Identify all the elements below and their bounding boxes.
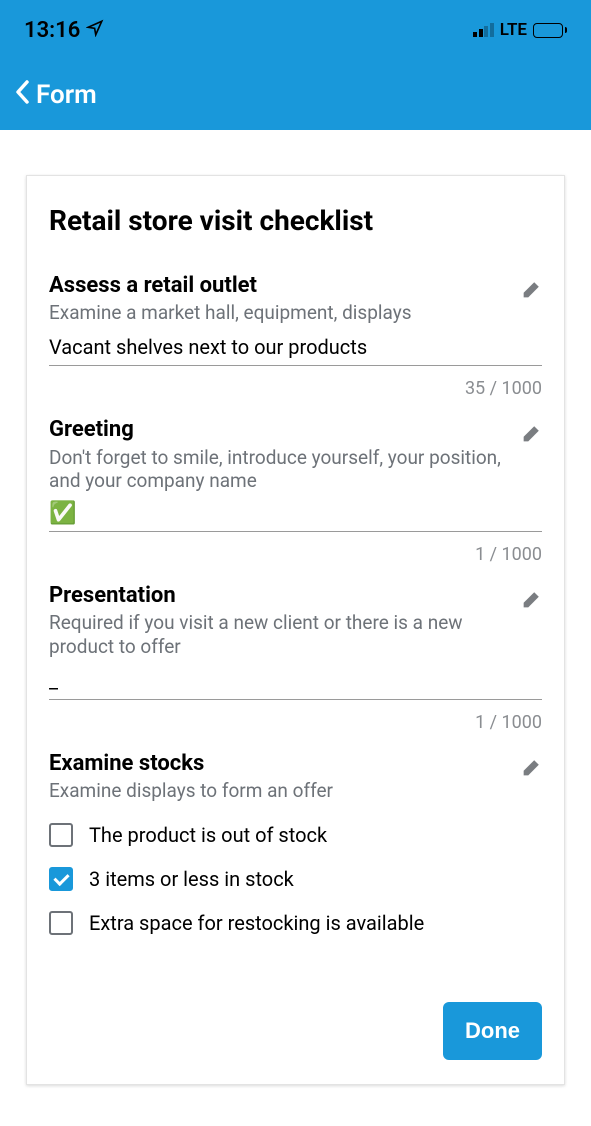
battery-icon [533,23,567,38]
checkbox-icon [49,867,73,891]
stock-option-label: 3 items or less in stock [89,867,294,891]
form-card: Retail store visit checklist Assess a re… [26,175,565,1085]
card-title: Retail store visit checklist [49,204,542,237]
signal-icon [473,23,494,37]
nav-title: Form [36,80,97,110]
eraser-icon[interactable] [520,589,542,615]
network-label: LTE [500,20,527,40]
section-title: Greeting [49,417,510,443]
nav-bar: Form [0,60,591,130]
eraser-icon[interactable] [520,757,542,783]
location-icon [86,18,104,43]
char-counter: 1 / 1000 [49,544,542,565]
stock-option-label: Extra space for restocking is available [89,911,424,935]
back-button[interactable]: Form [14,79,97,112]
section-presentation: Presentation Required if you visit a new… [49,583,542,733]
stock-option-label: The product is out of stock [89,823,327,847]
section-subtitle: Don't forget to smile, introduce yoursel… [49,446,510,494]
section-assess: Assess a retail outlet Examine a market … [49,273,542,399]
section-subtitle: Examine displays to form an offer [49,779,510,803]
section-title: Presentation [49,583,510,609]
section-greeting: Greeting Don't forget to smile, introduc… [49,417,542,565]
status-bar: 13:16 LTE [0,0,591,60]
text-input[interactable]: Vacant shelves next to our products [49,329,542,366]
text-input[interactable]: ✅ [49,497,542,532]
chevron-left-icon [14,79,30,112]
stock-option-1[interactable]: 3 items or less in stock [49,867,542,891]
eraser-icon[interactable] [520,279,542,305]
stock-option-0[interactable]: The product is out of stock [49,823,542,847]
stock-option-2[interactable]: Extra space for restocking is available [49,911,542,935]
section-subtitle: Required if you visit a new client or th… [49,611,510,659]
char-counter: 1 / 1000 [49,712,542,733]
status-time: 13:16 [24,18,80,43]
section-title: Examine stocks [49,751,510,777]
status-right: LTE [473,20,567,40]
section-title: Assess a retail outlet [49,273,510,299]
status-left: 13:16 [24,18,104,43]
text-input[interactable]: _ [49,663,542,700]
eraser-icon[interactable] [520,423,542,449]
char-counter: 35 / 1000 [49,378,542,399]
checkbox-icon [49,823,73,847]
checkbox-icon [49,911,73,935]
section-subtitle: Examine a market hall, equipment, displa… [49,301,510,325]
section-stocks: Examine stocks Examine displays to form … [49,751,542,935]
done-button[interactable]: Done [443,1002,542,1060]
